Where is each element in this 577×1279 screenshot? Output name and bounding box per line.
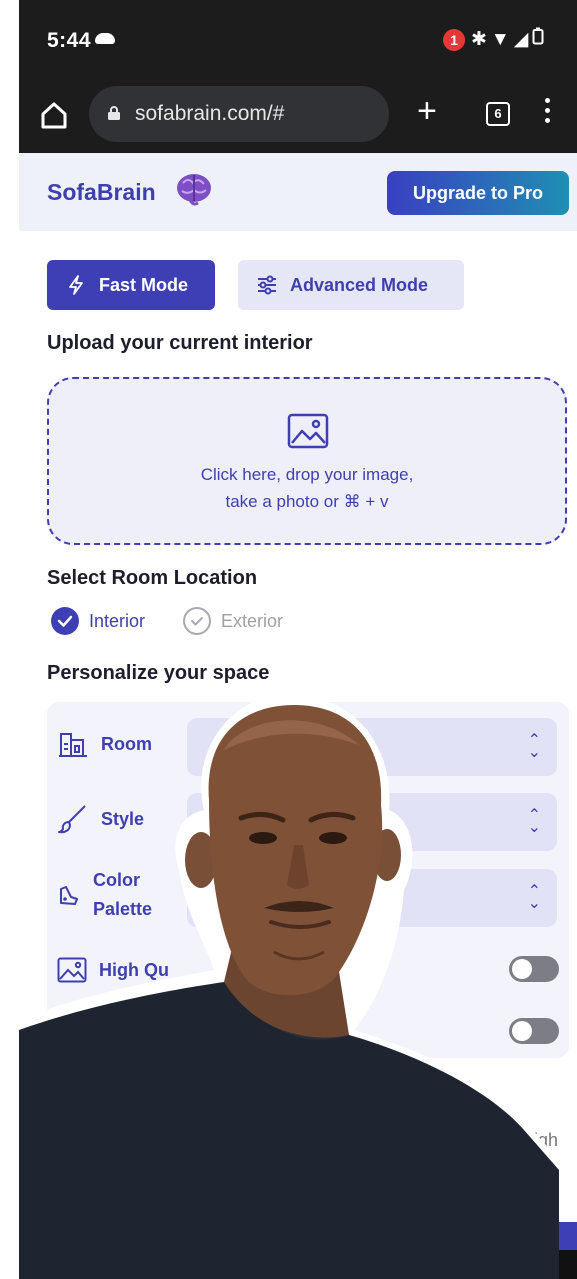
sliders-icon (258, 275, 276, 295)
advanced-mode-label: Advanced Mode (290, 274, 429, 295)
interior-label: Interior (89, 610, 146, 631)
room-location-heading: Select Room Location (47, 567, 258, 589)
upgrade-to-pro-button[interactable]: Upgrade to Pro (387, 171, 569, 215)
browser-toolbar: sofabrain.com/# + 6 (19, 80, 577, 153)
home-icon[interactable] (37, 98, 71, 132)
system-status-icons: ✱▼◢ (471, 27, 544, 51)
checked-radio-icon (51, 607, 79, 635)
signal-icon: ◢ (513, 29, 533, 50)
exterior-radio[interactable]: Exterior (183, 607, 283, 635)
exterior-label: Exterior (221, 610, 284, 631)
unchecked-radio-icon (183, 607, 211, 635)
personalize-heading: Personalize your space (47, 662, 270, 684)
battery-icon (532, 27, 544, 45)
phone-screen: 5:44 1 ✱▼◢ sofabrain.com/# + 6 SofaBrain… (19, 0, 577, 1279)
image-dropzone[interactable]: Click here, drop your image, take a phot… (47, 377, 567, 545)
wifi-icon: ▼ (490, 29, 514, 50)
address-bar[interactable]: sofabrain.com/# (89, 86, 389, 142)
status-time: 5:44 (47, 29, 92, 52)
interior-radio[interactable]: Interior (51, 607, 145, 635)
fast-mode-label: Fast Mode (99, 274, 189, 295)
notification-badge: 1 (443, 29, 465, 51)
brand-logo-text[interactable]: SofaBrain (47, 179, 156, 206)
site-header: SofaBrain Upgrade to Pro (19, 153, 577, 231)
lock-icon (108, 106, 120, 120)
status-bar: 5:44 1 ✱▼◢ (19, 0, 577, 80)
presenter-video-overlay (19, 694, 559, 1279)
lightning-icon (69, 275, 83, 295)
advanced-mode-button[interactable]: Advanced Mode (238, 260, 464, 310)
new-tab-button[interactable]: + (417, 92, 437, 131)
tab-count-button[interactable]: 6 (486, 102, 510, 126)
browser-menu-icon[interactable] (545, 98, 551, 128)
image-icon (287, 413, 329, 449)
cloud-icon (95, 33, 115, 44)
brain-icon (177, 174, 211, 206)
fast-mode-button[interactable]: Fast Mode (47, 260, 215, 310)
upload-heading: Upload your current interior (47, 332, 313, 354)
dropzone-line-2: take a photo or ⌘ + v (225, 492, 389, 511)
dropzone-line-1: Click here, drop your image, (200, 465, 414, 484)
bluetooth-icon: ✱ (471, 29, 491, 50)
url-text: sofabrain.com/# (135, 102, 285, 125)
